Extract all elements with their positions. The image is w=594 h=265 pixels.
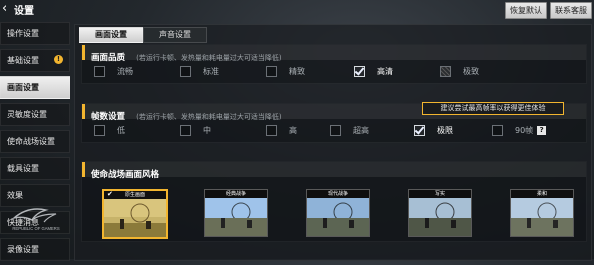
style-preview-image xyxy=(104,199,166,237)
fps-option-low[interactable]: 低 xyxy=(94,121,125,139)
sidebar-item-battlefield[interactable]: 使命战场设置 xyxy=(0,130,70,153)
tab-bar: 画面设置 声音设置 xyxy=(79,27,207,43)
quality-header: 画面品质 (若运行卡顿、发热量和耗电量过大可适当降低) xyxy=(82,45,586,63)
style-preview-image xyxy=(307,198,369,236)
sidebar-item-label: 灵敏度设置 xyxy=(7,110,47,119)
style-header: 使命战场画面风格 xyxy=(82,162,586,180)
checkbox[interactable] xyxy=(94,124,105,136)
quality-option-smooth[interactable]: 流畅 xyxy=(94,62,133,80)
checkbox[interactable] xyxy=(330,124,341,136)
quality-option-fine[interactable]: 精致 xyxy=(266,62,305,80)
style-option-realistic[interactable]: 写实 xyxy=(408,189,472,237)
fps-option-very-high[interactable]: 超高 xyxy=(330,121,369,139)
checkbox[interactable] xyxy=(94,65,105,77)
style-label: 柔和 xyxy=(511,190,573,198)
fps-option-extreme[interactable]: 极限 xyxy=(414,121,453,139)
fps-option-90[interactable]: 90帧? xyxy=(492,121,547,139)
sidebar-item-label: 载具设置 xyxy=(7,164,39,173)
sidebar-item-recording[interactable]: 录像设置 xyxy=(0,238,70,261)
page-title: 设置 xyxy=(14,6,34,17)
style-preview-image xyxy=(205,198,267,236)
checkbox-checked[interactable] xyxy=(414,124,425,136)
option-label: 极限 xyxy=(437,125,453,135)
style-label: 原生画面 xyxy=(104,191,166,199)
option-label: 标准 xyxy=(203,66,219,76)
quality-section: 画面品质 (若运行卡顿、发热量和耗电量过大可适当降低) 流畅 标准 精致 高清 … xyxy=(81,44,587,84)
tab-sound[interactable]: 声音设置 xyxy=(143,27,207,43)
style-options: 原生画面 ✔ 经典战争 现代战争 写实 柔和 xyxy=(82,179,586,239)
option-label: 高 xyxy=(289,125,297,135)
checkbox-disabled[interactable] xyxy=(440,65,451,77)
style-option-native[interactable]: 原生画面 ✔ xyxy=(102,189,168,239)
fps-header: 帧数设置 (若运行卡顿、发热量和耗电量过大可适当降低) 建议尝试最高帧率以获得更… xyxy=(82,102,586,122)
fps-option-high[interactable]: 高 xyxy=(266,121,297,139)
option-label: 低 xyxy=(117,125,125,135)
checkbox[interactable] xyxy=(492,124,503,136)
settings-panel: 画面设置 声音设置 画面品质 (若运行卡顿、发热量和耗电量过大可适当降低) 流畅… xyxy=(74,24,592,261)
style-label: 现代战争 xyxy=(307,190,369,198)
tab-graphics[interactable]: 画面设置 xyxy=(79,27,143,43)
style-option-modern-war[interactable]: 现代战争 xyxy=(306,189,370,237)
top-bar: ‹ 设置 恢复默认 联系客服 xyxy=(0,0,594,20)
sidebar-item-label: 画面设置 xyxy=(7,83,39,92)
style-label: 经典战争 xyxy=(205,190,267,198)
checkbox[interactable] xyxy=(266,65,277,77)
option-label: 精致 xyxy=(289,66,305,76)
sidebar-item-label: 效果 xyxy=(7,191,23,200)
logo-text: REPUBLIC OF GAMERS xyxy=(12,226,59,231)
style-label: 写实 xyxy=(409,190,471,198)
option-label: 高清 xyxy=(377,66,393,76)
contact-support-button[interactable]: 联系客服 xyxy=(550,2,592,19)
rog-logo: REPUBLIC OF GAMERS xyxy=(11,208,60,231)
option-label: 90帧 xyxy=(515,125,534,135)
restore-defaults-button[interactable]: 恢复默认 xyxy=(505,2,547,19)
sidebar-item-label: 基础设置 xyxy=(7,56,39,65)
option-label: 中 xyxy=(203,125,211,135)
fps-section: 帧数设置 (若运行卡顿、发热量和耗电量过大可适当降低) 建议尝试最高帧率以获得更… xyxy=(81,102,587,143)
top-actions: 恢复默认 联系客服 xyxy=(505,2,592,19)
sidebar-item-graphics[interactable]: 画面设置 xyxy=(0,76,70,99)
fps-tooltip: 建议尝试最高帧率以获得更佳体验 xyxy=(422,102,564,115)
fps-options: 低 中 高 超高 极限 90帧? xyxy=(82,121,586,139)
style-preview-image xyxy=(511,198,573,236)
checkbox[interactable] xyxy=(180,124,191,136)
check-icon: ✔ xyxy=(107,190,113,198)
quality-option-standard[interactable]: 标准 xyxy=(180,62,219,80)
sidebar-item-label: 使命战场设置 xyxy=(7,137,55,146)
checkbox[interactable] xyxy=(180,65,191,77)
warning-icon: ! xyxy=(54,55,63,64)
style-preview-image xyxy=(409,198,471,236)
sidebar-item-basic[interactable]: 基础设置! xyxy=(0,49,70,72)
style-option-soft[interactable]: 柔和 xyxy=(510,189,574,237)
style-section: 使命战场画面风格 原生画面 ✔ 经典战争 现代战争 写实 柔和 xyxy=(81,161,587,242)
checkbox[interactable] xyxy=(266,124,277,136)
sidebar-item-label: 录像设置 xyxy=(7,245,39,254)
quality-option-ultra[interactable]: 极致 xyxy=(440,62,479,80)
sidebar-item-controls[interactable]: 操作设置 xyxy=(0,22,70,45)
option-label: 超高 xyxy=(353,125,369,135)
quality-option-hd[interactable]: 高清 xyxy=(354,62,393,80)
sidebar-item-label: 操作设置 xyxy=(7,29,39,38)
quality-options: 流畅 标准 精致 高清 极致 xyxy=(82,62,586,80)
sidebar-item-sensitivity[interactable]: 灵敏度设置 xyxy=(0,103,70,126)
checkbox-checked[interactable] xyxy=(354,65,365,77)
option-label: 流畅 xyxy=(117,66,133,76)
back-arrow-icon[interactable]: ‹ xyxy=(2,1,14,17)
help-icon[interactable]: ? xyxy=(537,125,547,135)
fps-option-medium[interactable]: 中 xyxy=(180,121,211,139)
style-option-classic-war[interactable]: 经典战争 xyxy=(204,189,268,237)
sidebar-item-vehicle[interactable]: 载具设置 xyxy=(0,157,70,180)
option-label: 极致 xyxy=(463,66,479,76)
section-note: (若运行卡顿、发热量和耗电量过大可适当降低) xyxy=(136,113,282,121)
section-note: (若运行卡顿、发热量和耗电量过大可适当降低) xyxy=(136,54,282,62)
